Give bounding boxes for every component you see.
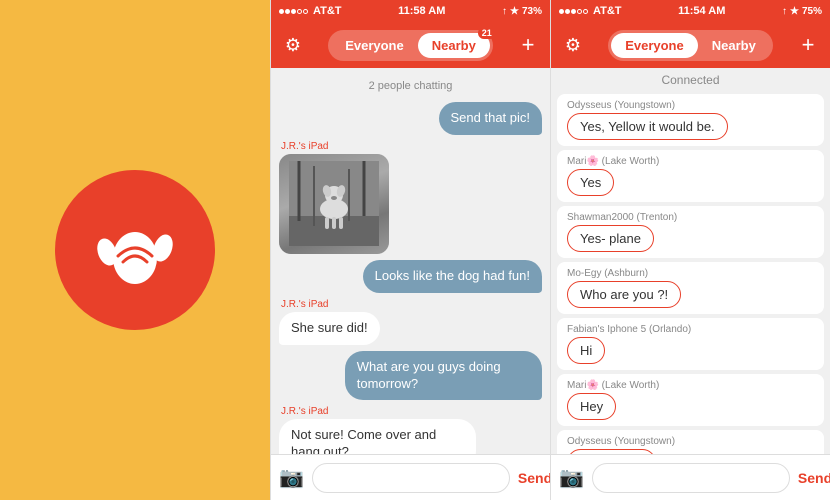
dot6 bbox=[559, 9, 564, 14]
feed-bubble-1: Yes, Yellow it would be. bbox=[567, 113, 728, 140]
feed-item-5: Fabian's Iphone 5 (Orlando) Hi bbox=[557, 318, 824, 370]
chat-area: 2 people chatting Send that pic! J.R.'s … bbox=[271, 68, 550, 454]
sender-jr-2: J.R.'s iPad bbox=[281, 299, 542, 310]
dot7 bbox=[565, 9, 570, 14]
send-button-1[interactable]: Send bbox=[518, 470, 552, 486]
battery-1: 73% bbox=[522, 6, 542, 17]
gear-button-1[interactable]: ⚙ bbox=[279, 31, 307, 59]
bottom-bar-1: 📷 Send bbox=[271, 454, 550, 500]
status-bar-1: AT&T 11:58 AM ↑ ★ 73% bbox=[271, 0, 550, 22]
feed-item-2: Mari🌸 (Lake Worth) Yes bbox=[557, 150, 824, 202]
dot4 bbox=[297, 9, 302, 14]
feed-bubble-6: Hey bbox=[567, 393, 616, 420]
add-button-1[interactable]: + bbox=[514, 31, 542, 59]
signal-1 bbox=[279, 9, 308, 14]
feed-item-7: Odysseus (Youngstown) Who am I? bbox=[557, 430, 824, 454]
feed-sender-1: Odysseus (Youngstown) bbox=[567, 100, 814, 111]
camera-icon-1[interactable]: 📷 bbox=[279, 465, 304, 490]
tab-nearby-2[interactable]: Nearby bbox=[698, 33, 770, 58]
feed-bubble-4: Who are you ?! bbox=[567, 281, 681, 308]
feed-item-1: Odysseus (Youngstown) Yes, Yellow it wou… bbox=[557, 94, 824, 146]
status-left-2: AT&T bbox=[559, 5, 622, 17]
tab-nearby-label-1: Nearby bbox=[432, 38, 476, 53]
nav-tabs-2: Everyone Nearby bbox=[608, 30, 773, 61]
arrow-icon-1: ↑ bbox=[502, 6, 507, 17]
carrier-1: AT&T bbox=[313, 5, 342, 17]
signal-2 bbox=[559, 9, 588, 14]
shaka-icon bbox=[85, 200, 185, 300]
message-input-1[interactable] bbox=[312, 463, 510, 493]
arrow-icon-2: ↑ bbox=[782, 6, 787, 17]
msg-row-4: J.R.'s iPad She sure did! bbox=[279, 299, 542, 345]
battery-2: 75% bbox=[802, 6, 822, 17]
time-1: 11:58 AM bbox=[398, 5, 445, 17]
camera-icon-2[interactable]: 📷 bbox=[559, 465, 584, 490]
dot8 bbox=[571, 9, 576, 14]
gear-button-2[interactable]: ⚙ bbox=[559, 31, 587, 59]
feed-sender-3: Shawman2000 (Trenton) bbox=[567, 212, 814, 223]
bubble-sent-2: Looks like the dog had fun! bbox=[363, 260, 542, 293]
status-right-2: ↑ ★ 75% bbox=[782, 6, 822, 17]
bubble-recv-1: She sure did! bbox=[279, 312, 380, 345]
feed-sender-7: Odysseus (Youngstown) bbox=[567, 436, 814, 447]
dot2 bbox=[285, 9, 290, 14]
dot3 bbox=[291, 9, 296, 14]
phone-screen-feed: AT&T 11:54 AM ↑ ★ 75% ⚙ Everyone Nearby … bbox=[550, 0, 830, 500]
time-2: 11:54 AM bbox=[678, 5, 725, 17]
feed-sender-6: Mari🌸 (Lake Worth) bbox=[567, 380, 814, 391]
msg-row-6: J.R.'s iPad Not sure! Come over and hang… bbox=[279, 406, 542, 454]
sender-jr-1: J.R.'s iPad bbox=[281, 141, 542, 152]
bubble-recv-2: Not sure! Come over and hang out? bbox=[279, 419, 476, 454]
dot1 bbox=[279, 9, 284, 14]
dog-image bbox=[279, 154, 389, 254]
msg-row-2: J.R.'s iPad bbox=[279, 141, 542, 254]
feed-sender-5: Fabian's Iphone 5 (Orlando) bbox=[567, 324, 814, 335]
dog-image-inner bbox=[279, 154, 389, 254]
dot10 bbox=[583, 9, 588, 14]
app-icon bbox=[55, 170, 215, 330]
feed-item-6: Mari🌸 (Lake Worth) Hey bbox=[557, 374, 824, 426]
feed-bubble-5: Hi bbox=[567, 337, 605, 364]
msg-row-5: What are you guys doing tomorrow? bbox=[279, 351, 542, 401]
dot9 bbox=[577, 9, 582, 14]
status-bar-2: AT&T 11:54 AM ↑ ★ 75% bbox=[551, 0, 830, 22]
feed-sender-4: Mo-Egy (Ashburn) bbox=[567, 268, 814, 279]
feed-sender-2: Mari🌸 (Lake Worth) bbox=[567, 156, 814, 167]
bubble-sent-3: What are you guys doing tomorrow? bbox=[345, 351, 542, 401]
msg-row-3: Looks like the dog had fun! bbox=[279, 260, 542, 293]
feed-item-3: Shawman2000 (Trenton) Yes- plane bbox=[557, 206, 824, 258]
nav-bar-1: ⚙ Everyone Nearby 21 + bbox=[271, 22, 550, 68]
status-right-1: ↑ ★ 73% bbox=[502, 6, 542, 17]
phone-screen-chat: AT&T 11:58 AM ↑ ★ 73% ⚙ Everyone Nearby … bbox=[270, 0, 550, 500]
dog-svg bbox=[289, 161, 379, 246]
feed-area: Connected Odysseus (Youngstown) Yes, Yel… bbox=[551, 68, 830, 454]
add-button-2[interactable]: + bbox=[794, 31, 822, 59]
feed-bubble-3: Yes- plane bbox=[567, 225, 654, 252]
badge-1: 21 bbox=[478, 27, 496, 39]
connected-label: Connected bbox=[551, 68, 830, 92]
bubble-sent-1: Send that pic! bbox=[439, 102, 543, 135]
tab-everyone-2[interactable]: Everyone bbox=[611, 33, 698, 58]
bluetooth-icon-1: ★ bbox=[510, 6, 519, 17]
bluetooth-icon-2: ★ bbox=[790, 6, 799, 17]
feed-item-4: Mo-Egy (Ashburn) Who are you ?! bbox=[557, 262, 824, 314]
bottom-bar-2: 📷 Send bbox=[551, 454, 830, 500]
people-chatting: 2 people chatting bbox=[279, 76, 542, 96]
feed-bubble-2: Yes bbox=[567, 169, 614, 196]
tab-everyone-1[interactable]: Everyone bbox=[331, 33, 418, 58]
nav-tabs-1: Everyone Nearby 21 bbox=[328, 30, 493, 61]
message-input-2[interactable] bbox=[592, 463, 790, 493]
nav-bar-2: ⚙ Everyone Nearby + bbox=[551, 22, 830, 68]
dot5 bbox=[303, 9, 308, 14]
left-panel bbox=[0, 0, 270, 500]
tab-nearby-1[interactable]: Nearby 21 bbox=[418, 33, 490, 58]
status-left-1: AT&T bbox=[279, 5, 342, 17]
carrier-2: AT&T bbox=[593, 5, 622, 17]
send-button-2[interactable]: Send bbox=[798, 470, 830, 486]
sender-jr-3: J.R.'s iPad bbox=[281, 406, 542, 417]
msg-row-1: Send that pic! bbox=[279, 102, 542, 135]
